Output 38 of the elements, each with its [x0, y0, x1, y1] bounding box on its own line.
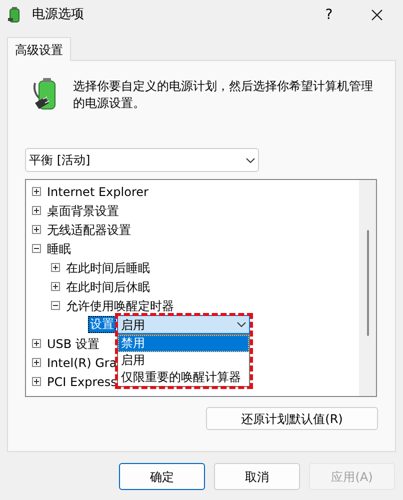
restore-defaults-button[interactable]: 还原计划默认值(R)	[206, 407, 378, 430]
tree-item[interactable]: 在此时间后睡眠	[66, 258, 150, 276]
expand-icon[interactable]	[32, 377, 41, 386]
window-title: 电源选项	[32, 6, 84, 24]
dropdown-option[interactable]: 禁用	[118, 335, 249, 352]
tree-item[interactable]: USB 设置	[47, 334, 100, 352]
dialog-button[interactable]: 确定	[119, 463, 205, 490]
tree-item[interactable]: 允许使用唤醒定时器	[66, 296, 174, 314]
dropdown-option[interactable]: 仅限重要的唤醒计算器	[118, 369, 249, 386]
tree-item[interactable]: Internet Explorer	[47, 182, 148, 200]
close-icon	[371, 9, 383, 21]
scrollbar[interactable]	[359, 180, 376, 396]
dialog-button[interactable]: 取消	[214, 463, 300, 490]
dropdown-option[interactable]: 启用	[118, 352, 249, 369]
expand-icon[interactable]	[32, 339, 41, 348]
tree-item[interactable]: Intel(R) Gra	[47, 354, 117, 372]
tree-item[interactable]: 无线适配器设置	[47, 220, 131, 238]
expand-icon[interactable]	[51, 263, 60, 272]
chevron-down-icon	[246, 158, 255, 162]
collapse-icon[interactable]	[32, 244, 41, 253]
tree-item[interactable]: PCI Express	[47, 372, 117, 390]
description-text: 选择你要自定义的电源计划，然后选择你希望计算机管理的电源设置。	[73, 78, 374, 112]
expand-icon[interactable]	[32, 206, 41, 215]
chevron-down-icon	[237, 322, 246, 327]
tree-item[interactable]: 桌面背景设置	[47, 202, 119, 220]
value-dropdown[interactable]: 启用	[117, 315, 250, 334]
expand-icon[interactable]	[32, 187, 41, 196]
tab[interactable]: 高级设置	[7, 37, 71, 61]
help-button[interactable]: ?	[309, 2, 349, 28]
tree-item[interactable]: 在此时间后休眠	[66, 278, 150, 296]
collapse-icon[interactable]	[51, 301, 60, 310]
setting-label: 设置	[88, 316, 116, 333]
tree-item[interactable]: 睡眠	[47, 240, 71, 258]
plan-dropdown[interactable]: 平衡 [活动]	[25, 148, 259, 172]
expand-icon[interactable]	[32, 358, 41, 367]
expand-icon[interactable]	[32, 225, 41, 234]
scrollbar-thumb[interactable]	[366, 230, 368, 336]
expand-icon[interactable]	[51, 282, 60, 291]
